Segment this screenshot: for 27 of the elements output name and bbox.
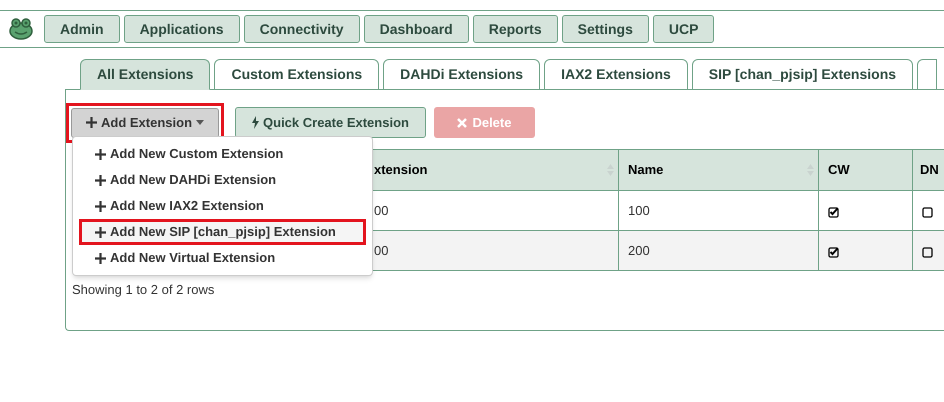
nav-menu-button[interactable]: UCP (652, 15, 714, 43)
tab[interactable]: Custom Extensions (214, 59, 380, 90)
column-header[interactable]: xtension (374, 160, 428, 180)
nav-menu-button[interactable]: Settings (562, 15, 649, 43)
table-cell: 200 (628, 242, 650, 258)
quick-create-button[interactable]: Quick Create Extension (235, 107, 426, 138)
nav-menu-button[interactable]: Connectivity (244, 15, 360, 43)
nav-menu-button[interactable]: Dashboard (364, 15, 469, 43)
column-header[interactable]: CW (828, 160, 850, 180)
menu-item[interactable]: Add New Virtual Extension (79, 245, 366, 271)
menu-item[interactable]: Add New Custom Extension (79, 141, 366, 167)
column-header[interactable]: Name (628, 160, 664, 180)
add-extension-button[interactable]: Add Extension (71, 108, 220, 138)
tab[interactable]: DAHDi Extensions (383, 59, 540, 90)
nav-menu-button[interactable]: Applications (124, 15, 240, 43)
nav-menu-button[interactable]: Reports (472, 15, 558, 43)
table-cell: 00 (374, 242, 388, 258)
tab[interactable]: All Extensions (80, 59, 210, 90)
nav-menu-button[interactable]: Admin (44, 15, 120, 43)
table-cell: 100 (628, 202, 650, 218)
menu-item[interactable]: Add New IAX2 Extension (79, 193, 366, 219)
tab[interactable]: SIP [chan_pjsip] Extensions (692, 59, 914, 90)
tab[interactable]: IAX2 Extensions (544, 59, 688, 90)
menu-item[interactable]: Add New DAHDi Extension (79, 167, 366, 193)
table-cell: 00 (374, 202, 388, 218)
pagination-info: Showing 1 to 2 of 2 rows (72, 282, 214, 297)
menu-item[interactable]: Add New SIP [chan_pjsip] Extension (79, 219, 366, 245)
